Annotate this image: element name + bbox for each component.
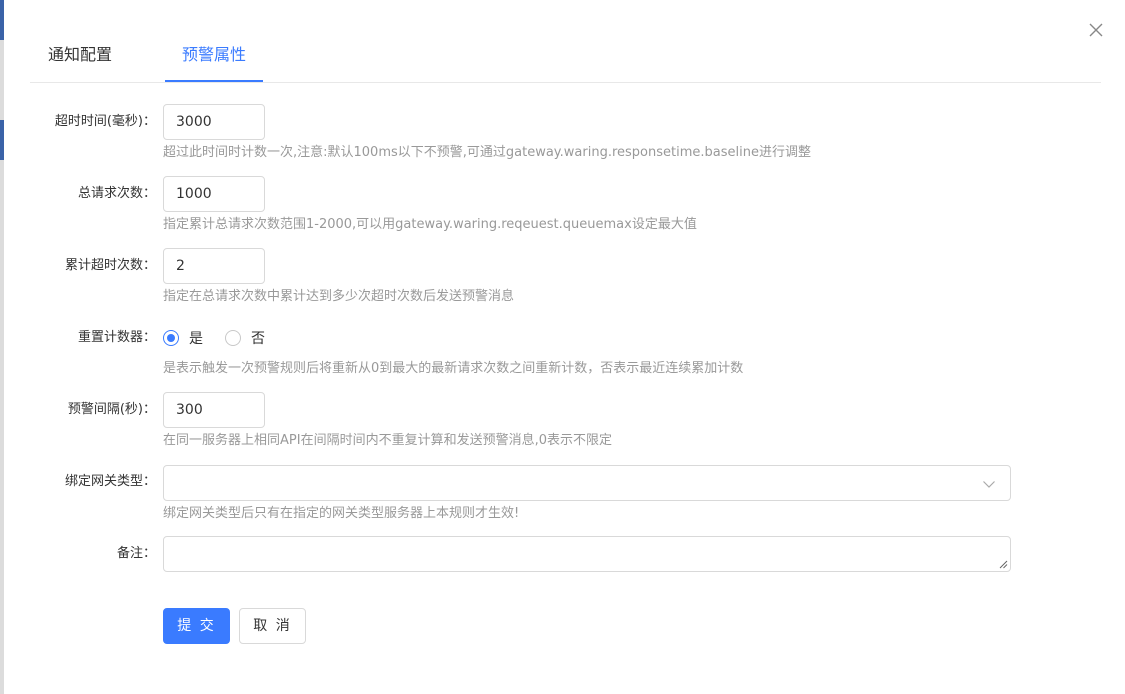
radio-yes-label: 是 xyxy=(189,331,203,347)
cumulative-timeouts-input[interactable]: 2 xyxy=(163,248,265,284)
total-requests-hint: 指定累计总请求次数范围1-2000,可以用gateway.waring.reqe… xyxy=(163,217,697,232)
timeout-hint: 超过此时间时计数一次,注意:默认100ms以下不预警,可通过gateway.wa… xyxy=(163,145,811,160)
alert-interval-hint: 在同一服务器上相同API在间隔时间内不重复计算和发送预警消息,0表示不限定 xyxy=(163,433,612,448)
alert-interval-input[interactable]: 300 xyxy=(163,392,265,428)
reset-counter-radio-group: 是 否 xyxy=(163,327,287,349)
reset-counter-label: 重置计数器： xyxy=(77,330,156,345)
tab-bar: 通知配置 预警属性 xyxy=(30,30,1101,83)
cancel-button[interactable]: 取 消 xyxy=(239,608,306,644)
cumulative-timeouts-label: 累计超时次数： xyxy=(64,258,156,273)
radio-no-label: 否 xyxy=(251,331,265,347)
radio-no-circle xyxy=(225,330,241,346)
submit-button[interactable]: 提 交 xyxy=(163,608,230,644)
total-requests-input[interactable]: 1000 xyxy=(163,176,265,212)
radio-no[interactable]: 否 xyxy=(225,328,265,348)
remark-textarea[interactable] xyxy=(163,536,1011,572)
total-requests-label: 总请求次数： xyxy=(77,186,156,201)
tab-notification-config[interactable]: 通知配置 xyxy=(30,30,130,80)
radio-yes[interactable]: 是 xyxy=(163,328,203,348)
gateway-type-select[interactable] xyxy=(163,465,1011,501)
resize-grip-icon[interactable] xyxy=(999,560,1008,569)
timeout-label: 超时时间(毫秒)： xyxy=(54,114,156,129)
radio-yes-circle xyxy=(163,330,179,346)
gateway-type-hint: 绑定网关类型后只有在指定的网关类型服务器上本规则才生效! xyxy=(163,506,520,521)
gateway-type-label: 绑定网关类型： xyxy=(64,474,156,489)
alert-interval-label: 预警间隔(秒)： xyxy=(67,402,156,417)
remark-label: 备注： xyxy=(116,546,156,561)
cumulative-timeouts-hint: 指定在总请求次数中累计达到多少次超时次数后发送预警消息 xyxy=(163,289,515,304)
tab-alert-properties[interactable]: 预警属性 xyxy=(165,30,263,82)
chevron-down-icon xyxy=(983,481,995,488)
reset-counter-hint: 是表示触发一次预警规则后将重新从0到最大的最新请求次数之间重新计数，否表示最近连… xyxy=(163,361,744,376)
timeout-input[interactable]: 3000 xyxy=(163,104,265,140)
